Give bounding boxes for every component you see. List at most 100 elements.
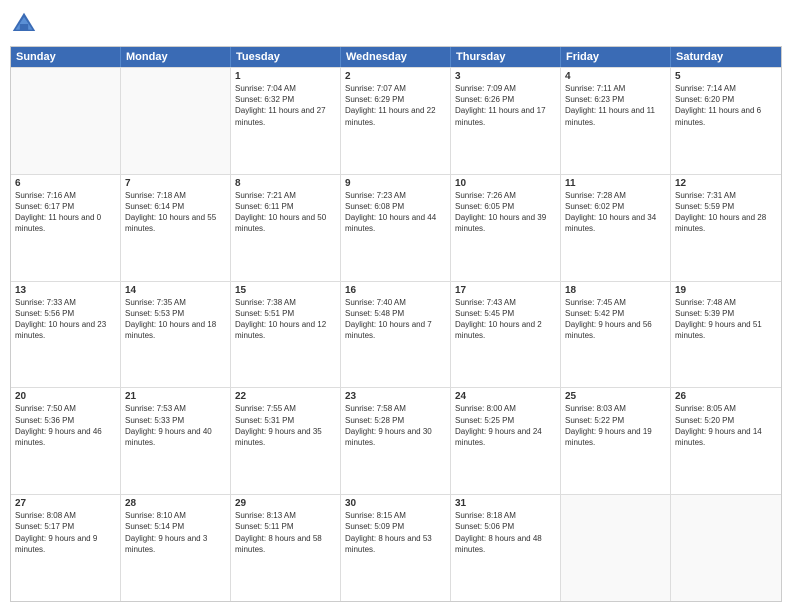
- day-number: 9: [345, 178, 446, 189]
- day-number: 4: [565, 71, 666, 82]
- calendar-cell-16: 16Sunrise: 7:40 AM Sunset: 5:48 PM Dayli…: [341, 282, 451, 388]
- calendar-cell-15: 15Sunrise: 7:38 AM Sunset: 5:51 PM Dayli…: [231, 282, 341, 388]
- header-day-sunday: Sunday: [11, 47, 121, 67]
- day-number: 3: [455, 71, 556, 82]
- header-day-wednesday: Wednesday: [341, 47, 451, 67]
- calendar-cell-11: 11Sunrise: 7:28 AM Sunset: 6:02 PM Dayli…: [561, 175, 671, 281]
- calendar-cell-28: 28Sunrise: 8:10 AM Sunset: 5:14 PM Dayli…: [121, 495, 231, 601]
- day-number: 11: [565, 178, 666, 189]
- day-number: 20: [15, 391, 116, 402]
- day-number: 18: [565, 285, 666, 296]
- cell-info: Sunrise: 7:11 AM Sunset: 6:23 PM Dayligh…: [565, 83, 666, 128]
- cell-info: Sunrise: 7:38 AM Sunset: 5:51 PM Dayligh…: [235, 297, 336, 342]
- cell-info: Sunrise: 8:05 AM Sunset: 5:20 PM Dayligh…: [675, 403, 777, 448]
- day-number: 14: [125, 285, 226, 296]
- calendar-cell-27: 27Sunrise: 8:08 AM Sunset: 5:17 PM Dayli…: [11, 495, 121, 601]
- logo: [10, 10, 42, 38]
- cell-info: Sunrise: 7:21 AM Sunset: 6:11 PM Dayligh…: [235, 190, 336, 235]
- calendar-cell-2: 2Sunrise: 7:07 AM Sunset: 6:29 PM Daylig…: [341, 68, 451, 174]
- day-number: 10: [455, 178, 556, 189]
- cell-info: Sunrise: 7:33 AM Sunset: 5:56 PM Dayligh…: [15, 297, 116, 342]
- cell-info: Sunrise: 8:00 AM Sunset: 5:25 PM Dayligh…: [455, 403, 556, 448]
- cell-info: Sunrise: 7:23 AM Sunset: 6:08 PM Dayligh…: [345, 190, 446, 235]
- day-number: 29: [235, 498, 336, 509]
- cell-info: Sunrise: 7:07 AM Sunset: 6:29 PM Dayligh…: [345, 83, 446, 128]
- header-day-friday: Friday: [561, 47, 671, 67]
- day-number: 26: [675, 391, 777, 402]
- calendar-cell-13: 13Sunrise: 7:33 AM Sunset: 5:56 PM Dayli…: [11, 282, 121, 388]
- calendar-cell-empty: [561, 495, 671, 601]
- cell-info: Sunrise: 7:35 AM Sunset: 5:53 PM Dayligh…: [125, 297, 226, 342]
- calendar-cell-empty: [671, 495, 781, 601]
- cell-info: Sunrise: 8:10 AM Sunset: 5:14 PM Dayligh…: [125, 510, 226, 555]
- calendar-cell-23: 23Sunrise: 7:58 AM Sunset: 5:28 PM Dayli…: [341, 388, 451, 494]
- calendar-header: SundayMondayTuesdayWednesdayThursdayFrid…: [11, 47, 781, 67]
- calendar-cell-19: 19Sunrise: 7:48 AM Sunset: 5:39 PM Dayli…: [671, 282, 781, 388]
- cell-info: Sunrise: 7:58 AM Sunset: 5:28 PM Dayligh…: [345, 403, 446, 448]
- cell-info: Sunrise: 7:09 AM Sunset: 6:26 PM Dayligh…: [455, 83, 556, 128]
- header: [10, 10, 782, 38]
- calendar-row-0: 1Sunrise: 7:04 AM Sunset: 6:32 PM Daylig…: [11, 67, 781, 174]
- page: SundayMondayTuesdayWednesdayThursdayFrid…: [0, 0, 792, 612]
- day-number: 6: [15, 178, 116, 189]
- calendar-cell-24: 24Sunrise: 8:00 AM Sunset: 5:25 PM Dayli…: [451, 388, 561, 494]
- header-day-monday: Monday: [121, 47, 231, 67]
- day-number: 19: [675, 285, 777, 296]
- day-number: 31: [455, 498, 556, 509]
- calendar-cell-20: 20Sunrise: 7:50 AM Sunset: 5:36 PM Dayli…: [11, 388, 121, 494]
- calendar-cell-31: 31Sunrise: 8:18 AM Sunset: 5:06 PM Dayli…: [451, 495, 561, 601]
- day-number: 7: [125, 178, 226, 189]
- calendar-row-4: 27Sunrise: 8:08 AM Sunset: 5:17 PM Dayli…: [11, 494, 781, 601]
- calendar-cell-7: 7Sunrise: 7:18 AM Sunset: 6:14 PM Daylig…: [121, 175, 231, 281]
- header-day-thursday: Thursday: [451, 47, 561, 67]
- cell-info: Sunrise: 8:18 AM Sunset: 5:06 PM Dayligh…: [455, 510, 556, 555]
- day-number: 22: [235, 391, 336, 402]
- calendar-cell-22: 22Sunrise: 7:55 AM Sunset: 5:31 PM Dayli…: [231, 388, 341, 494]
- day-number: 27: [15, 498, 116, 509]
- calendar-row-2: 13Sunrise: 7:33 AM Sunset: 5:56 PM Dayli…: [11, 281, 781, 388]
- calendar-cell-6: 6Sunrise: 7:16 AM Sunset: 6:17 PM Daylig…: [11, 175, 121, 281]
- calendar: SundayMondayTuesdayWednesdayThursdayFrid…: [10, 46, 782, 602]
- day-number: 2: [345, 71, 446, 82]
- cell-info: Sunrise: 7:45 AM Sunset: 5:42 PM Dayligh…: [565, 297, 666, 342]
- cell-info: Sunrise: 7:43 AM Sunset: 5:45 PM Dayligh…: [455, 297, 556, 342]
- calendar-cell-14: 14Sunrise: 7:35 AM Sunset: 5:53 PM Dayli…: [121, 282, 231, 388]
- logo-icon: [10, 10, 38, 38]
- day-number: 8: [235, 178, 336, 189]
- cell-info: Sunrise: 8:15 AM Sunset: 5:09 PM Dayligh…: [345, 510, 446, 555]
- calendar-cell-30: 30Sunrise: 8:15 AM Sunset: 5:09 PM Dayli…: [341, 495, 451, 601]
- day-number: 21: [125, 391, 226, 402]
- calendar-cell-empty: [121, 68, 231, 174]
- day-number: 17: [455, 285, 556, 296]
- calendar-cell-29: 29Sunrise: 8:13 AM Sunset: 5:11 PM Dayli…: [231, 495, 341, 601]
- day-number: 16: [345, 285, 446, 296]
- cell-info: Sunrise: 7:40 AM Sunset: 5:48 PM Dayligh…: [345, 297, 446, 342]
- cell-info: Sunrise: 7:50 AM Sunset: 5:36 PM Dayligh…: [15, 403, 116, 448]
- cell-info: Sunrise: 8:08 AM Sunset: 5:17 PM Dayligh…: [15, 510, 116, 555]
- cell-info: Sunrise: 7:53 AM Sunset: 5:33 PM Dayligh…: [125, 403, 226, 448]
- header-day-saturday: Saturday: [671, 47, 781, 67]
- cell-info: Sunrise: 8:13 AM Sunset: 5:11 PM Dayligh…: [235, 510, 336, 555]
- calendar-cell-5: 5Sunrise: 7:14 AM Sunset: 6:20 PM Daylig…: [671, 68, 781, 174]
- cell-info: Sunrise: 7:31 AM Sunset: 5:59 PM Dayligh…: [675, 190, 777, 235]
- day-number: 25: [565, 391, 666, 402]
- cell-info: Sunrise: 7:48 AM Sunset: 5:39 PM Dayligh…: [675, 297, 777, 342]
- calendar-cell-26: 26Sunrise: 8:05 AM Sunset: 5:20 PM Dayli…: [671, 388, 781, 494]
- cell-info: Sunrise: 7:04 AM Sunset: 6:32 PM Dayligh…: [235, 83, 336, 128]
- calendar-cell-25: 25Sunrise: 8:03 AM Sunset: 5:22 PM Dayli…: [561, 388, 671, 494]
- cell-info: Sunrise: 7:55 AM Sunset: 5:31 PM Dayligh…: [235, 403, 336, 448]
- day-number: 5: [675, 71, 777, 82]
- calendar-cell-3: 3Sunrise: 7:09 AM Sunset: 6:26 PM Daylig…: [451, 68, 561, 174]
- cell-info: Sunrise: 7:14 AM Sunset: 6:20 PM Dayligh…: [675, 83, 777, 128]
- day-number: 12: [675, 178, 777, 189]
- calendar-cell-10: 10Sunrise: 7:26 AM Sunset: 6:05 PM Dayli…: [451, 175, 561, 281]
- cell-info: Sunrise: 7:28 AM Sunset: 6:02 PM Dayligh…: [565, 190, 666, 235]
- calendar-cell-17: 17Sunrise: 7:43 AM Sunset: 5:45 PM Dayli…: [451, 282, 561, 388]
- calendar-cell-8: 8Sunrise: 7:21 AM Sunset: 6:11 PM Daylig…: [231, 175, 341, 281]
- calendar-cell-1: 1Sunrise: 7:04 AM Sunset: 6:32 PM Daylig…: [231, 68, 341, 174]
- day-number: 15: [235, 285, 336, 296]
- day-number: 24: [455, 391, 556, 402]
- calendar-cell-18: 18Sunrise: 7:45 AM Sunset: 5:42 PM Dayli…: [561, 282, 671, 388]
- calendar-cell-4: 4Sunrise: 7:11 AM Sunset: 6:23 PM Daylig…: [561, 68, 671, 174]
- calendar-cell-9: 9Sunrise: 7:23 AM Sunset: 6:08 PM Daylig…: [341, 175, 451, 281]
